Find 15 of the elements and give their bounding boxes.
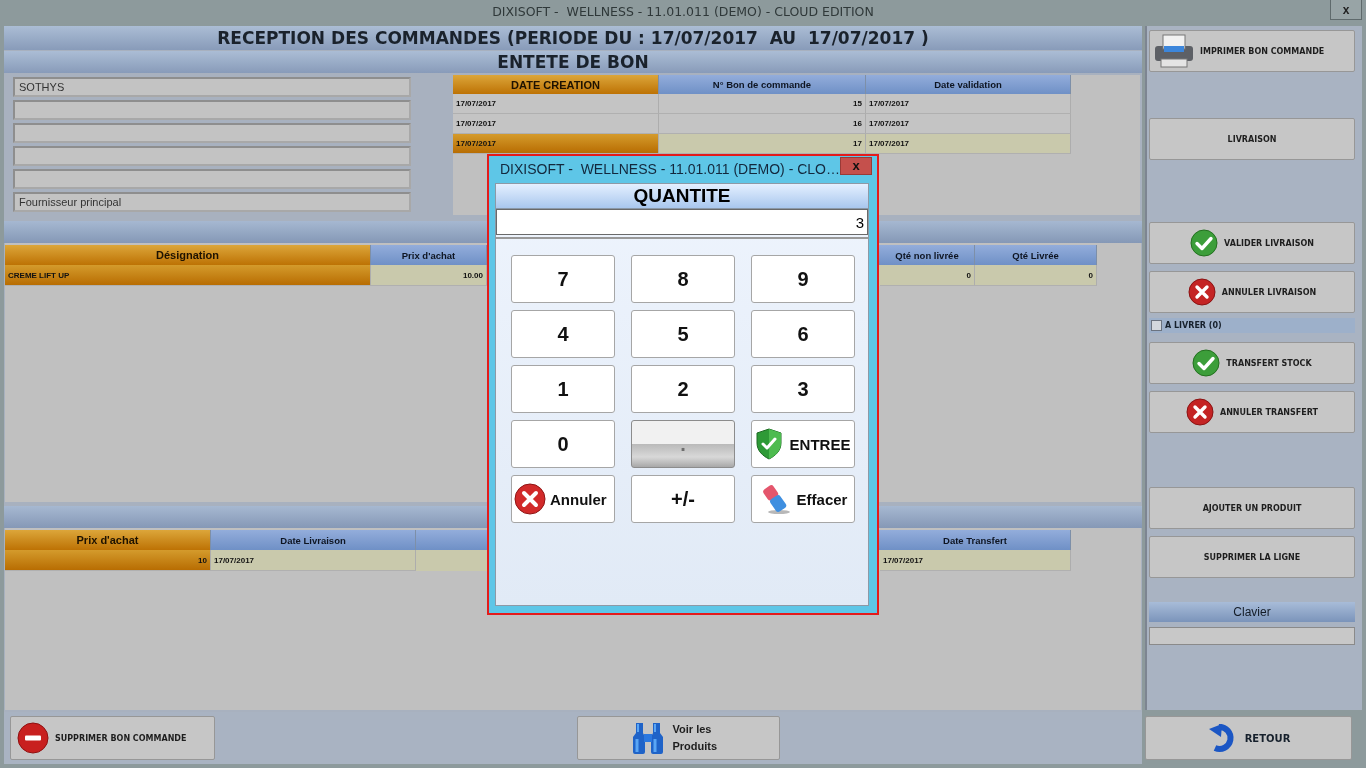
table-cell: 10 bbox=[5, 550, 211, 571]
table-cell: 17/07/2017 bbox=[453, 134, 659, 154]
section-title: ENTETE DE BON bbox=[4, 51, 1142, 73]
table-cell: CREME LIFT UP bbox=[5, 265, 371, 286]
table-cell: 0 bbox=[975, 265, 1097, 286]
table-cell: 0 bbox=[880, 265, 975, 286]
checkbox-label: A LIVRER (0) bbox=[1165, 321, 1222, 330]
table-cell: 17/07/2017 bbox=[866, 134, 1071, 154]
keyboard-header: Clavier bbox=[1149, 602, 1355, 622]
page-title: RECEPTION DES COMMANDES (PERIODE DU : 17/07/2017 AU 17/07/2017 ) bbox=[4, 26, 1142, 50]
table-cell: 17/07/2017 bbox=[211, 550, 416, 571]
dialog-title: DIXISOFT - WELLNESS - 11.01.011 (DEMO) - CLO… bbox=[500, 161, 840, 177]
table-cell: 17/07/2017 bbox=[880, 550, 1071, 571]
dialog-heading: QUANTITE bbox=[496, 184, 868, 209]
window-title: DIXISOFT - WELLNESS - 11.01.011 (DEMO) - CLOUD EDITION bbox=[492, 4, 874, 19]
